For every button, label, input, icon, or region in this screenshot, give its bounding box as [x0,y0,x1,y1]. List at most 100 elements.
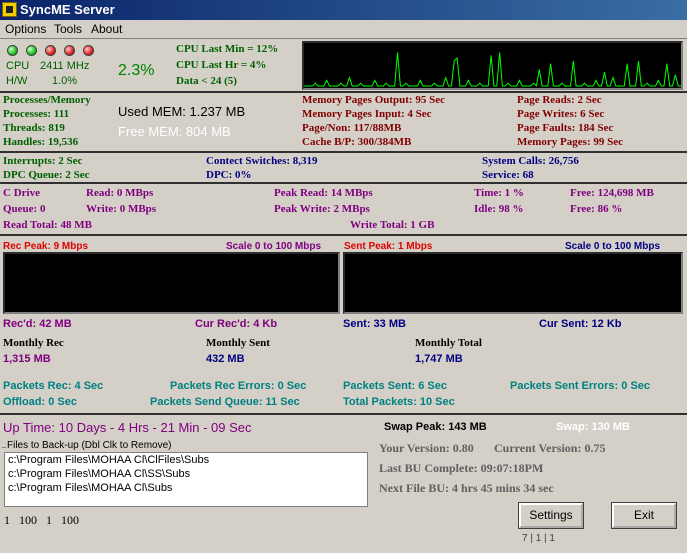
next-file-bu: Next File BU: 4 hrs 45 mins 34 sec [379,481,554,495]
cpu-mhz: 2411 MHz [40,60,90,72]
page-writes: Page Writes: 6 Sec [517,108,605,120]
menu-bar: Options Tools About [0,20,687,38]
window-title: SyncME Server [20,2,115,17]
red-led-icon [64,45,75,56]
packets-rec-errors: Packets Rec Errors: 0 Sec [170,380,307,392]
cache: Cache B/P: 300/384MB [302,136,412,148]
drive-read: Read: 0 MBps [86,187,154,199]
divider [0,151,687,153]
app-icon [2,2,17,17]
context-switches: Contect Switches: 8,319 [206,155,318,167]
hw-label: H/W [6,75,28,87]
cpu-usage-line [304,52,681,88]
pages-input: Memory Pages Input: 4 Sec [302,108,432,120]
cpu-label: CPU [6,60,30,72]
hw-value: 1.0% [52,75,78,87]
monthly-rec-label: Monthly Rec [3,337,64,349]
service: Service: 68 [482,169,534,181]
drive-peak-read: Peak Read: 14 MBps [274,187,373,199]
recd: Rec'd: 42 MB [3,318,72,330]
total-packets: Total Packets: 10 Sec [343,396,455,408]
menu-tools[interactable]: Tools [54,22,82,36]
drive-time: Time: 1 % [474,187,524,199]
packets-rec: Packets Rec: 4 Sec [3,380,104,392]
status-counts: 7 | 1 | 1 [522,533,555,544]
your-version: Your Version: 0.80 [379,441,474,455]
threads: Threads: 819 [3,122,65,134]
packets-sent: Packets Sent: 6 Sec [343,380,447,392]
files-label: Files to Back-up (Dbl Clk to Remove) [7,440,172,451]
swap: Swap: 130 MB [556,421,630,433]
cpu-data: Data < 24 (5) [176,75,237,87]
title-bar: SyncME Server [0,0,687,20]
monthly-sent: 432 MB [206,353,245,365]
sent-peak: Sent Peak: 1 Mbps [344,241,433,252]
pages-output: Memory Pages Output: 95 Sec [302,94,445,106]
exit-button[interactable]: Exit [611,502,677,529]
uptime: Up Time: 10 Days - 4 Hrs - 21 Min - 09 S… [3,420,252,435]
swap-peak: Swap Peak: 143 MB [384,421,487,433]
settings-button[interactable]: Settings [518,502,584,529]
cur-recd: Cur Rec'd: 4 Kb [195,318,278,330]
drive-free: Free: 124,698 MB [570,187,654,199]
system-calls: System Calls: 26,756 [482,155,579,167]
green-led-icon [7,45,18,56]
list-item[interactable]: c:\Program Files\MOHAA Cl\ClFiles\Subs [5,453,367,467]
last-bu-complete: Last BU Complete: 09:07:18PM [379,461,544,475]
monthly-sent-label: Monthly Sent [206,337,270,349]
group-border [2,447,6,448]
free-mem: Free MEM: 804 MB [118,124,231,139]
processes: Processes: 111 [3,108,70,120]
red-led-icon [83,45,94,56]
page-non: Page/Non: 117/88MB [302,122,402,134]
drive-free-pct: Free: 86 % [570,203,623,215]
received-graph [3,252,340,314]
divider [0,182,687,184]
memory-pages: Memory Pages: 99 Sec [517,136,623,148]
drive-write-total: Write Total: 1 GB [350,219,435,231]
divider [0,413,687,415]
cpu-graph [302,41,683,90]
rec-peak: Rec Peak: 9 Mbps [3,241,89,252]
drive-name: C Drive [3,187,40,199]
green-led-icon [26,45,37,56]
menu-options[interactable]: Options [5,22,46,36]
monthly-rec: 1,315 MB [3,353,51,365]
offload: Offload: 0 Sec [3,396,77,408]
sent-scale: Scale 0 to 100 Mbps [565,241,661,252]
rec-scale: Scale 0 to 100 Mbps [226,241,322,252]
packets-sent-errors: Packets Sent Errors: 0 Sec [510,380,651,392]
drive-queue: Queue: 0 [3,203,46,215]
divider [0,234,687,236]
dpc-queue: DPC Queue: 2 Sec [3,169,90,181]
page-faults: Page Faults: 184 Sec [517,122,614,134]
handles: Handles: 19,536 [3,136,79,148]
cpu-last-min: CPU Last Min = 12% [176,43,279,55]
cpu-last-hr: CPU Last Hr = 4% [176,59,267,71]
backup-file-list[interactable]: c:\Program Files\MOHAA Cl\ClFiles\Subs c… [4,452,368,507]
list-item[interactable]: c:\Program Files\MOHAA Cl\Subs [5,481,367,495]
divider [0,91,687,93]
monthly-total: 1,747 MB [415,353,463,365]
cur-sent: Cur Sent: 12 Kb [539,318,622,330]
sent-graph [343,252,683,314]
list-item[interactable]: c:\Program Files\MOHAA Cl\SS\Subs [5,467,367,481]
menu-about[interactable]: About [91,22,122,36]
used-mem: Used MEM: 1.237 MB [118,104,246,119]
red-led-icon [45,45,56,56]
footer-numbers: 1 100 1 100 [4,513,79,527]
packets-send-queue: Packets Send Queue: 11 Sec [150,396,300,408]
monthly-total-label: Monthly Total [415,337,482,349]
drive-peak-write: Peak Write: 2 MBps [274,203,370,215]
cpu-percent: 2.3% [118,62,155,79]
dpc: DPC: 0% [206,169,252,181]
divider [0,38,687,39]
memory-header: Processes/Memory [3,94,91,106]
page-reads: Page Reads: 2 Sec [517,94,602,106]
sent: Sent: 33 MB [343,318,406,330]
drive-write: Write: 0 MBps [86,203,157,215]
interrupts: Interrupts: 2 Sec [3,155,83,167]
current-version: Current Version: 0.75 [494,441,606,455]
drive-read-total: Read Total: 48 MB [3,219,92,231]
drive-idle: Idle: 98 % [474,203,524,215]
